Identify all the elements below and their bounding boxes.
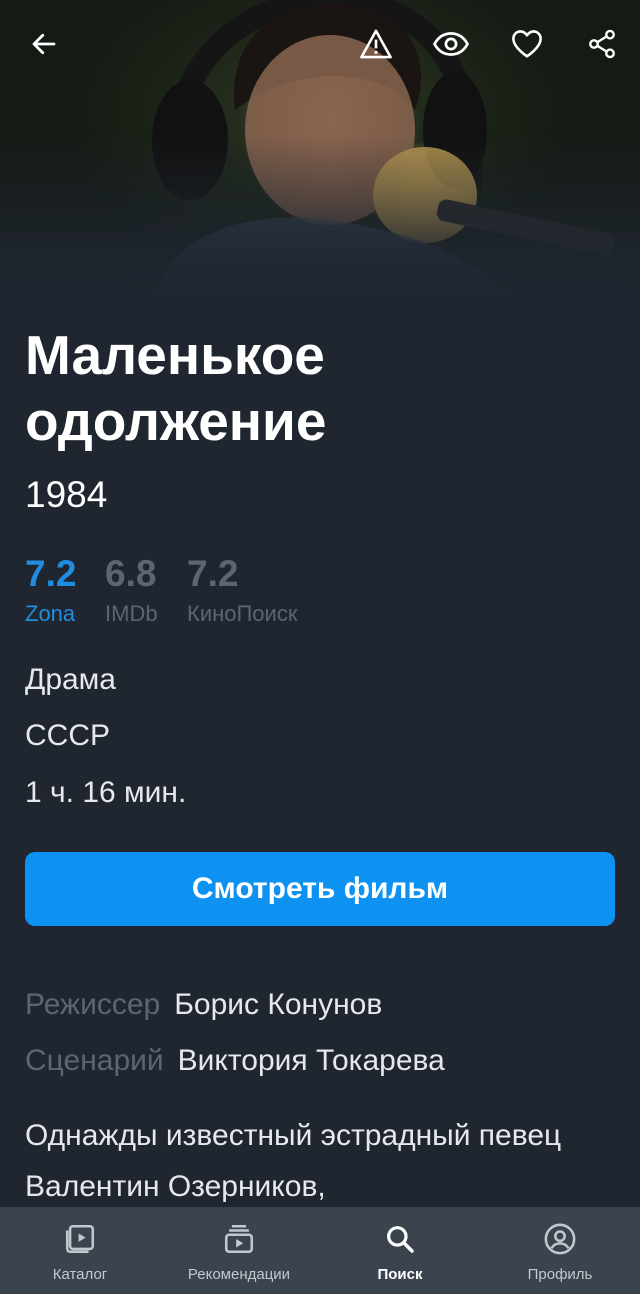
rating-source: КиноПоиск bbox=[187, 601, 298, 626]
rating-source: Zona bbox=[25, 601, 76, 626]
nav-item-recommendations[interactable]: Рекомендации bbox=[174, 1207, 304, 1294]
director-row: Режиссер Борис Конунов bbox=[25, 988, 382, 1022]
director-label: Режиссер bbox=[25, 988, 161, 1021]
nav-label: Профиль bbox=[527, 1266, 593, 1283]
rating-value: 6.8 bbox=[105, 553, 157, 594]
rating-value: 7.2 bbox=[25, 553, 77, 594]
warning-icon[interactable] bbox=[354, 22, 398, 66]
nav-item-profile[interactable]: Профиль bbox=[510, 1207, 610, 1294]
writer-name[interactable]: Виктория Токарева bbox=[178, 1044, 445, 1077]
movie-genre: Драма bbox=[25, 663, 116, 696]
nav-label: Каталог bbox=[52, 1266, 108, 1283]
rating-kinopoisk: 7.2 КиноПоиск bbox=[187, 552, 297, 628]
rating-imdb: 6.8 IMDb bbox=[105, 552, 158, 628]
rating-value: 7.2 bbox=[187, 553, 239, 594]
rating-source: IMDb bbox=[105, 601, 158, 626]
writer-label: Сценарий bbox=[25, 1044, 164, 1077]
movie-year: 1984 bbox=[25, 474, 108, 515]
movie-description: Однажды известный эстрадный певец Валент… bbox=[25, 1119, 562, 1203]
nav-label: Рекомендации bbox=[187, 1266, 291, 1283]
nav-item-search[interactable]: Поиск bbox=[350, 1207, 450, 1294]
watch-movie-button[interactable]: Смотреть фильм bbox=[25, 852, 615, 926]
rating-zona: 7.2 Zona bbox=[25, 552, 76, 628]
recommendations-icon bbox=[222, 1221, 256, 1257]
heart-icon[interactable] bbox=[505, 22, 549, 66]
top-bar bbox=[0, 0, 640, 88]
back-arrow-icon[interactable] bbox=[22, 22, 66, 66]
catalog-icon bbox=[63, 1221, 97, 1257]
movie-duration: 1 ч. 16 мин. bbox=[25, 776, 187, 809]
share-icon[interactable] bbox=[580, 22, 624, 66]
nav-label: Поиск bbox=[377, 1266, 423, 1283]
search-icon bbox=[384, 1221, 416, 1257]
writer-row: Сценарий Виктория Токарева bbox=[25, 1044, 445, 1078]
nav-item-catalog[interactable]: Каталог bbox=[30, 1207, 130, 1294]
director-name[interactable]: Борис Конунов bbox=[174, 988, 382, 1021]
profile-icon bbox=[543, 1221, 577, 1257]
bottom-navigation: Каталог Рекомендации Поиск Профиль bbox=[0, 1207, 640, 1294]
movie-title: Маленькое одолжение bbox=[25, 324, 327, 452]
eye-icon[interactable] bbox=[429, 22, 473, 66]
movie-country: СССР bbox=[25, 719, 111, 752]
